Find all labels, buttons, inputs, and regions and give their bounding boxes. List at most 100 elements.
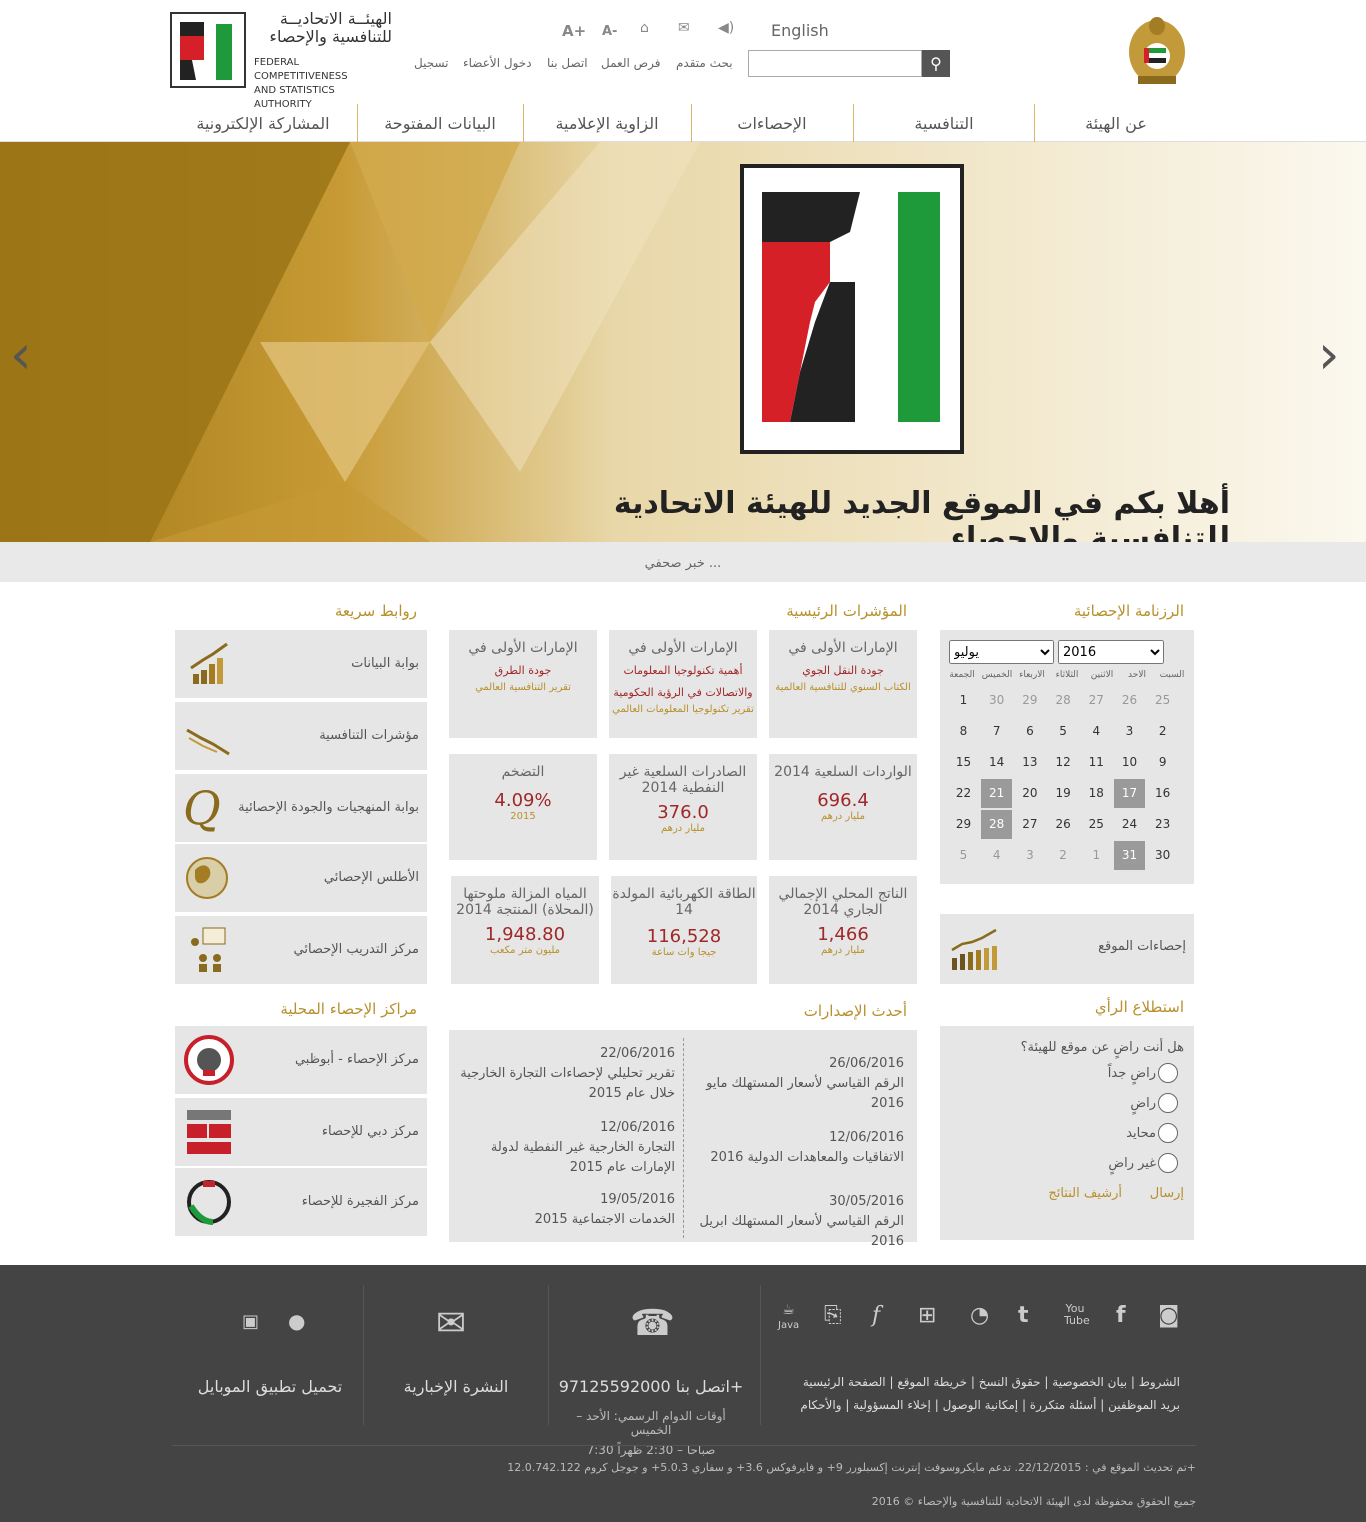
calendar-day[interactable]: 5 — [948, 841, 979, 870]
year-select[interactable]: 2016 — [1058, 640, 1164, 664]
quick-link-data-portal[interactable]: بوابة البيانات — [175, 630, 427, 698]
quick-link-training-center[interactable]: مركز التدريب الإحصائي — [175, 916, 427, 984]
footer-link-accessibility[interactable]: إمكانية الوصول — [943, 1398, 1019, 1412]
windows-icon[interactable]: ⊞ — [918, 1303, 936, 1328]
calendar-day[interactable]: 26 — [1048, 810, 1079, 839]
apple-icon[interactable]: ● — [288, 1309, 305, 1333]
contact-link[interactable]: اتصل بنا — [547, 56, 588, 70]
news-ticker[interactable]: خبر صحفي ... — [0, 542, 1366, 582]
footer-link-terms[interactable]: الشروط — [1139, 1375, 1180, 1389]
indicator-card[interactable]: التضخم 4.09% 2015 — [449, 754, 597, 860]
nav-e-participation[interactable]: المشاركة الإلكترونية — [170, 104, 356, 142]
calendar-day[interactable]: 20 — [1014, 779, 1045, 808]
poll-radio-neutral[interactable] — [1158, 1123, 1178, 1143]
calendar-day[interactable]: 11 — [1081, 748, 1112, 777]
nav-statistics[interactable]: الإحصاءات — [692, 104, 852, 142]
nav-about[interactable]: عن الهيئة — [1036, 104, 1196, 142]
footer-link-disclaimer[interactable]: إخلاء المسؤولية — [853, 1398, 931, 1412]
newsletter-label[interactable]: النشرة الإخبارية — [376, 1377, 536, 1396]
youtube-icon[interactable]: You Tube — [1064, 1303, 1090, 1327]
footer-link-terms-cont[interactable]: والأحكام — [800, 1398, 841, 1412]
calendar-day[interactable]: 30 — [1147, 841, 1178, 870]
footer-link-faq[interactable]: أسئلة متكررة — [1030, 1398, 1097, 1412]
calendar-day[interactable]: 3 — [1114, 717, 1145, 746]
local-center-dubai[interactable]: مركز دبي للإحصاء — [175, 1098, 427, 1166]
calendar-day[interactable]: 29 — [948, 810, 979, 839]
calendar-day[interactable]: 28 — [1048, 686, 1079, 715]
search-input[interactable] — [748, 50, 922, 77]
android-icon[interactable]: ▣ — [242, 1311, 259, 1332]
calendar-day[interactable]: 2 — [1147, 717, 1178, 746]
calendar-day[interactable]: 24 — [1114, 810, 1145, 839]
home-icon[interactable]: ⌂ — [640, 20, 649, 36]
poll-radio-unsatisfied[interactable] — [1158, 1153, 1178, 1173]
calendar-day[interactable]: 3 — [1014, 841, 1045, 870]
nav-media[interactable]: الزاوية الإعلامية — [524, 104, 690, 142]
next-slide-button[interactable]: › — [1318, 328, 1340, 382]
indicator-card[interactable]: الإمارات الأولى في جودة الطرق تقرير التن… — [449, 630, 597, 738]
calendar-day[interactable]: 25 — [1081, 810, 1112, 839]
calendar-day[interactable]: 19 — [1048, 779, 1079, 808]
font-increase-button[interactable]: A+ — [562, 22, 586, 40]
calendar-day[interactable]: 14 — [981, 748, 1012, 777]
advanced-search-link[interactable]: بحث متقدم — [676, 56, 733, 70]
calendar-day[interactable]: 6 — [1014, 717, 1045, 746]
newsletter-envelope-icon[interactable]: ✉ — [436, 1303, 466, 1344]
calendar-day[interactable]: 7 — [981, 717, 1012, 746]
footer-link-sitemap[interactable]: خريطة الموقع — [897, 1375, 967, 1389]
calendar-day[interactable]: 1 — [1081, 841, 1112, 870]
footer-link-privacy[interactable]: بيان الخصوصية — [1052, 1375, 1127, 1389]
publication-item[interactable]: 22/06/2016 تقرير تحليلي لإحصاءات التجارة … — [455, 1044, 675, 1104]
language-toggle[interactable]: English — [771, 21, 829, 40]
indicator-card[interactable]: الإمارات الأولى في أهمية تكنولوجيا المعل… — [609, 630, 757, 738]
quick-link-statistical-atlas[interactable]: الأطلس الإحصائي — [175, 844, 427, 912]
indicator-card[interactable]: المياه المزالة ملوحتها (المحلاة) المنتجة… — [451, 876, 599, 984]
calendar-day[interactable]: 16 — [1147, 779, 1178, 808]
indicator-card[interactable]: الناتج المحلي الإجمالي الجاري 2014 1,466… — [769, 876, 917, 984]
calendar-day[interactable]: 18 — [1081, 779, 1112, 808]
java-icon[interactable]: ☕ Java — [778, 1303, 799, 1333]
poll-radio-satisfied[interactable] — [1158, 1093, 1178, 1113]
calendar-day[interactable]: 28 — [981, 810, 1013, 839]
member-login-link[interactable]: دخول الأعضاء — [463, 56, 532, 70]
quick-link-methodology-portal[interactable]: بوابة المنهجيات والجودة الإحصائية Q — [175, 774, 427, 842]
facebook-icon[interactable]: f — [1116, 1303, 1126, 1328]
calendar-day[interactable]: 30 — [981, 686, 1012, 715]
mobile-app-label[interactable]: تحميل تطبيق الموبايل — [180, 1377, 360, 1396]
instagram-icon[interactable]: ◙ — [1158, 1303, 1179, 1328]
pdf-icon[interactable]: ⎘ — [824, 1303, 842, 1328]
nav-competitiveness[interactable]: التنافسية — [854, 104, 1034, 142]
calendar-day[interactable]: 31 — [1114, 841, 1145, 870]
fcsa-logo[interactable] — [170, 12, 246, 88]
calendar-day[interactable]: 21 — [981, 779, 1013, 808]
calendar-day[interactable]: 1 — [948, 686, 979, 715]
publication-item[interactable]: 30/05/2016 الرقم القياسي لأسعار المستهلك … — [690, 1192, 904, 1252]
rss-icon[interactable]: ◔ — [970, 1303, 989, 1328]
site-stats-link[interactable]: إحصاءات الموقع — [940, 914, 1194, 984]
poll-radio-very-satisfied[interactable] — [1158, 1063, 1178, 1083]
footer-link-employee-mail[interactable]: بريد الموظفين — [1108, 1398, 1180, 1412]
quick-link-competitiveness-indicators[interactable]: مؤشرات التنافسية — [175, 702, 427, 770]
prev-slide-button[interactable]: ‹ — [10, 328, 32, 382]
font-decrease-button[interactable]: A- — [602, 24, 617, 39]
flash-icon[interactable]: f — [872, 1303, 880, 1328]
poll-submit-link[interactable]: إرسال — [1150, 1186, 1184, 1201]
calendar-day[interactable]: 23 — [1147, 810, 1178, 839]
mail-icon[interactable]: ✉ — [678, 20, 690, 36]
calendar-day[interactable]: 26 — [1114, 686, 1145, 715]
footer-link-copyright[interactable]: حقوق النسخ — [979, 1375, 1041, 1389]
indicator-card[interactable]: الإمارات الأولى في جودة النقل الجوي الكت… — [769, 630, 917, 738]
calendar-day[interactable]: 9 — [1147, 748, 1178, 777]
calendar-day[interactable]: 15 — [948, 748, 979, 777]
publication-item[interactable]: 26/06/2016 الرقم القياسي لأسعار المستهلك … — [690, 1054, 904, 1114]
calendar-day[interactable]: 27 — [1014, 810, 1045, 839]
footer-link-home[interactable]: الصفحة الرئيسية — [803, 1375, 886, 1389]
calendar-day[interactable]: 4 — [1081, 717, 1112, 746]
local-center-abudhabi[interactable]: مركز الإحصاء - أبوظبي — [175, 1026, 427, 1094]
indicator-card[interactable]: الصادرات السلعية غير النفطية 2014 376.0 … — [609, 754, 757, 860]
indicator-card[interactable]: الواردات السلعية 2014 696.4 مليار درهم — [769, 754, 917, 860]
calendar-day[interactable]: 10 — [1114, 748, 1145, 777]
calendar-day[interactable]: 5 — [1048, 717, 1079, 746]
register-link[interactable]: تسجيل — [414, 56, 449, 70]
calendar-day[interactable]: 25 — [1147, 686, 1178, 715]
